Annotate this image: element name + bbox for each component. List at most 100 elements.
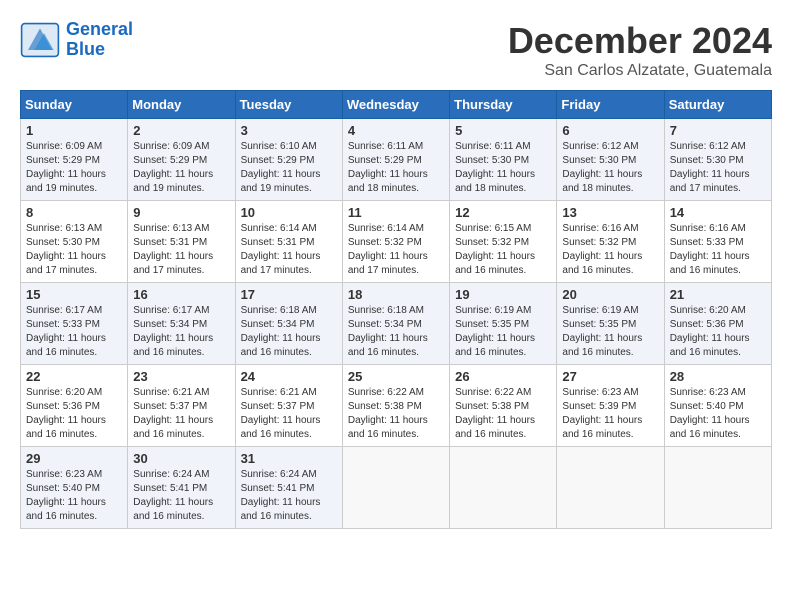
calendar-cell: 22 Sunrise: 6:20 AMSunset: 5:36 PMDayligh… (21, 365, 128, 447)
day-number: 20 (562, 287, 658, 302)
day-number: 11 (348, 205, 444, 220)
calendar-cell: 27 Sunrise: 6:23 AMSunset: 5:39 PMDayligh… (557, 365, 664, 447)
col-monday: Monday (128, 91, 235, 119)
calendar-cell: 28 Sunrise: 6:23 AMSunset: 5:40 PMDayligh… (664, 365, 771, 447)
day-info: Sunrise: 6:23 AMSunset: 5:40 PMDaylight:… (670, 386, 766, 442)
col-tuesday: Tuesday (235, 91, 342, 119)
day-number: 12 (455, 205, 551, 220)
calendar-cell: 4 Sunrise: 6:11 AMSunset: 5:29 PMDaylight… (342, 119, 449, 201)
day-number: 21 (670, 287, 766, 302)
calendar-cell: 5 Sunrise: 6:11 AMSunset: 5:30 PMDaylight… (450, 119, 557, 201)
day-number: 2 (133, 123, 229, 138)
day-number: 8 (26, 205, 122, 220)
day-number: 26 (455, 369, 551, 384)
calendar-cell: 9 Sunrise: 6:13 AMSunset: 5:31 PMDaylight… (128, 201, 235, 283)
day-info: Sunrise: 6:20 AMSunset: 5:36 PMDaylight:… (26, 386, 122, 442)
day-number: 31 (241, 451, 337, 466)
day-info: Sunrise: 6:16 AMSunset: 5:32 PMDaylight:… (562, 222, 658, 278)
calendar-cell: 30 Sunrise: 6:24 AMSunset: 5:41 PMDayligh… (128, 447, 235, 529)
logo-line2: Blue (66, 39, 105, 59)
calendar-cell (664, 447, 771, 529)
day-info: Sunrise: 6:11 AMSunset: 5:30 PMDaylight:… (455, 140, 551, 196)
calendar-cell: 21 Sunrise: 6:20 AMSunset: 5:36 PMDayligh… (664, 283, 771, 365)
day-number: 17 (241, 287, 337, 302)
day-number: 4 (348, 123, 444, 138)
day-number: 24 (241, 369, 337, 384)
calendar-week-2: 8 Sunrise: 6:13 AMSunset: 5:30 PMDaylight… (21, 201, 772, 283)
calendar-cell: 23 Sunrise: 6:21 AMSunset: 5:37 PMDayligh… (128, 365, 235, 447)
title-block: December 2024 San Carlos Alzatate, Guate… (508, 20, 772, 80)
calendar-cell: 11Sunrise: 6:14 AMSunset: 5:32 PMDayligh… (342, 201, 449, 283)
col-thursday: Thursday (450, 91, 557, 119)
calendar-cell: 8 Sunrise: 6:13 AMSunset: 5:30 PMDaylight… (21, 201, 128, 283)
day-info: Sunrise: 6:21 AMSunset: 5:37 PMDaylight:… (133, 386, 229, 442)
day-number: 28 (670, 369, 766, 384)
day-number: 25 (348, 369, 444, 384)
day-info: Sunrise: 6:23 AMSunset: 5:39 PMDaylight:… (562, 386, 658, 442)
calendar-cell: 6 Sunrise: 6:12 AMSunset: 5:30 PMDaylight… (557, 119, 664, 201)
day-info: Sunrise: 6:12 AMSunset: 5:30 PMDaylight:… (562, 140, 658, 196)
calendar-cell: 3 Sunrise: 6:10 AMSunset: 5:29 PMDaylight… (235, 119, 342, 201)
day-number: 16 (133, 287, 229, 302)
calendar-cell: 17 Sunrise: 6:18 AMSunset: 5:34 PMDayligh… (235, 283, 342, 365)
day-number: 18 (348, 287, 444, 302)
day-number: 27 (562, 369, 658, 384)
day-info: Sunrise: 6:20 AMSunset: 5:36 PMDaylight:… (670, 304, 766, 360)
day-number: 22 (26, 369, 122, 384)
day-info: Sunrise: 6:24 AMSunset: 5:41 PMDaylight:… (241, 468, 337, 524)
calendar-week-1: 1Sunrise: 6:09 AMSunset: 5:29 PMDaylight… (21, 119, 772, 201)
calendar-cell: 1Sunrise: 6:09 AMSunset: 5:29 PMDaylight… (21, 119, 128, 201)
day-info: Sunrise: 6:10 AMSunset: 5:29 PMDaylight:… (241, 140, 337, 196)
day-number: 23 (133, 369, 229, 384)
day-info: Sunrise: 6:23 AMSunset: 5:40 PMDaylight:… (26, 468, 122, 524)
calendar-cell: 7Sunrise: 6:12 AMSunset: 5:30 PMDaylight… (664, 119, 771, 201)
day-info: Sunrise: 6:18 AMSunset: 5:34 PMDaylight:… (348, 304, 444, 360)
col-saturday: Saturday (664, 91, 771, 119)
calendar-week-3: 15Sunrise: 6:17 AMSunset: 5:33 PMDayligh… (21, 283, 772, 365)
location: San Carlos Alzatate, Guatemala (508, 62, 772, 80)
col-wednesday: Wednesday (342, 91, 449, 119)
day-info: Sunrise: 6:13 AMSunset: 5:31 PMDaylight:… (133, 222, 229, 278)
calendar-cell: 18 Sunrise: 6:18 AMSunset: 5:34 PMDayligh… (342, 283, 449, 365)
calendar-cell (450, 447, 557, 529)
day-info: Sunrise: 6:11 AMSunset: 5:29 PMDaylight:… (348, 140, 444, 196)
logo-line1: General (66, 19, 133, 39)
calendar-cell: 10Sunrise: 6:14 AMSunset: 5:31 PMDayligh… (235, 201, 342, 283)
day-info: Sunrise: 6:18 AMSunset: 5:34 PMDaylight:… (241, 304, 337, 360)
calendar-cell: 14 Sunrise: 6:16 AMSunset: 5:33 PMDayligh… (664, 201, 771, 283)
calendar-cell: 31 Sunrise: 6:24 AMSunset: 5:41 PMDayligh… (235, 447, 342, 529)
day-info: Sunrise: 6:22 AMSunset: 5:38 PMDaylight:… (455, 386, 551, 442)
day-number: 9 (133, 205, 229, 220)
calendar-cell: 15Sunrise: 6:17 AMSunset: 5:33 PMDayligh… (21, 283, 128, 365)
day-info: Sunrise: 6:13 AMSunset: 5:30 PMDaylight:… (26, 222, 122, 278)
calendar-cell: 29 Sunrise: 6:23 AMSunset: 5:40 PMDayligh… (21, 447, 128, 529)
day-info: Sunrise: 6:19 AMSunset: 5:35 PMDaylight:… (455, 304, 551, 360)
day-number: 6 (562, 123, 658, 138)
calendar-cell: 19 Sunrise: 6:19 AMSunset: 5:35 PMDayligh… (450, 283, 557, 365)
day-number: 19 (455, 287, 551, 302)
day-number: 15 (26, 287, 122, 302)
day-info: Sunrise: 6:16 AMSunset: 5:33 PMDaylight:… (670, 222, 766, 278)
header-row: Sunday Monday Tuesday Wednesday Thursday… (21, 91, 772, 119)
calendar-cell: 2Sunrise: 6:09 AMSunset: 5:29 PMDaylight… (128, 119, 235, 201)
calendar-cell: 16 Sunrise: 6:17 AMSunset: 5:34 PMDayligh… (128, 283, 235, 365)
day-info: Sunrise: 6:15 AMSunset: 5:32 PMDaylight:… (455, 222, 551, 278)
day-number: 30 (133, 451, 229, 466)
day-number: 7 (670, 123, 766, 138)
calendar-cell (342, 447, 449, 529)
calendar-cell: 20Sunrise: 6:19 AMSunset: 5:35 PMDayligh… (557, 283, 664, 365)
logo: General Blue (20, 20, 133, 60)
day-number: 14 (670, 205, 766, 220)
day-number: 5 (455, 123, 551, 138)
day-number: 29 (26, 451, 122, 466)
calendar-cell: 24 Sunrise: 6:21 AMSunset: 5:37 PMDayligh… (235, 365, 342, 447)
calendar-week-5: 29 Sunrise: 6:23 AMSunset: 5:40 PMDayligh… (21, 447, 772, 529)
day-number: 3 (241, 123, 337, 138)
day-info: Sunrise: 6:09 AMSunset: 5:29 PMDaylight:… (26, 140, 122, 196)
day-info: Sunrise: 6:24 AMSunset: 5:41 PMDaylight:… (133, 468, 229, 524)
calendar-cell: 12 Sunrise: 6:15 AMSunset: 5:32 PMDayligh… (450, 201, 557, 283)
col-sunday: Sunday (21, 91, 128, 119)
day-info: Sunrise: 6:17 AMSunset: 5:34 PMDaylight:… (133, 304, 229, 360)
calendar-cell: 26 Sunrise: 6:22 AMSunset: 5:38 PMDayligh… (450, 365, 557, 447)
day-info: Sunrise: 6:21 AMSunset: 5:37 PMDaylight:… (241, 386, 337, 442)
